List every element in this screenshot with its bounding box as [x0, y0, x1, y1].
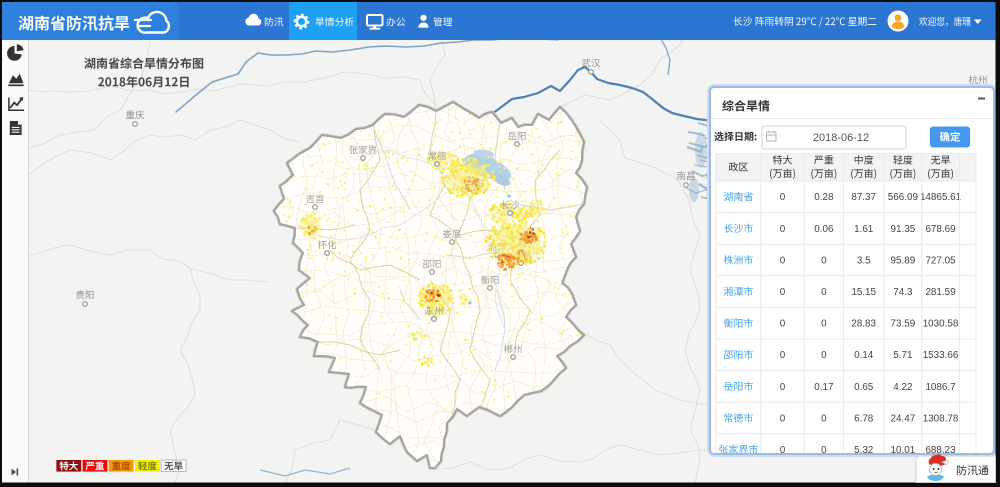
svg-text:0: 0 [780, 192, 786, 203]
svg-text:91.35: 91.35 [890, 224, 915, 235]
svg-text:87.37: 87.37 [851, 192, 876, 203]
svg-text:0: 0 [821, 413, 827, 424]
svg-text:4.22: 4.22 [893, 382, 912, 393]
svg-text:0: 0 [821, 255, 827, 266]
svg-text:727.05: 727.05 [925, 255, 956, 266]
svg-text:0: 0 [780, 382, 786, 393]
svg-text:0: 0 [821, 287, 827, 298]
svg-text:0.06: 0.06 [814, 224, 834, 235]
svg-text:74.3: 74.3 [893, 287, 913, 298]
svg-text:0.14: 0.14 [854, 350, 874, 361]
svg-text:2018-06-12: 2018-06-12 [813, 132, 869, 144]
svg-text:0.28: 0.28 [814, 192, 834, 203]
svg-text:1533.66: 1533.66 [923, 350, 959, 361]
svg-text:0: 0 [821, 319, 827, 330]
svg-text:6.78: 6.78 [854, 413, 874, 424]
svg-text:73.59: 73.59 [890, 319, 915, 330]
svg-text:0.65: 0.65 [854, 382, 874, 393]
svg-text:1030.58: 1030.58 [923, 319, 959, 330]
svg-text:95.89: 95.89 [890, 255, 915, 266]
svg-text:0: 0 [780, 287, 786, 298]
svg-text:0: 0 [780, 255, 786, 266]
svg-text:281.59: 281.59 [925, 287, 956, 298]
svg-text:14865.61: 14865.61 [920, 192, 962, 203]
svg-text:0: 0 [821, 350, 827, 361]
svg-text:24.47: 24.47 [890, 413, 915, 424]
svg-text:5.71: 5.71 [893, 350, 913, 361]
svg-text:0.17: 0.17 [814, 382, 833, 393]
svg-text:678.69: 678.69 [925, 224, 956, 235]
svg-text:0: 0 [780, 319, 786, 330]
svg-text:1.61: 1.61 [854, 224, 874, 235]
svg-text:0: 0 [780, 350, 786, 361]
svg-text:1086.7: 1086.7 [925, 382, 955, 393]
svg-text:28.83: 28.83 [851, 319, 876, 330]
svg-text:0: 0 [780, 413, 786, 424]
svg-text:3.5: 3.5 [857, 255, 871, 266]
svg-text:566.09: 566.09 [888, 192, 919, 203]
svg-text:0: 0 [780, 224, 786, 235]
svg-text:15.15: 15.15 [851, 287, 876, 298]
svg-text:1308.78: 1308.78 [923, 413, 959, 424]
